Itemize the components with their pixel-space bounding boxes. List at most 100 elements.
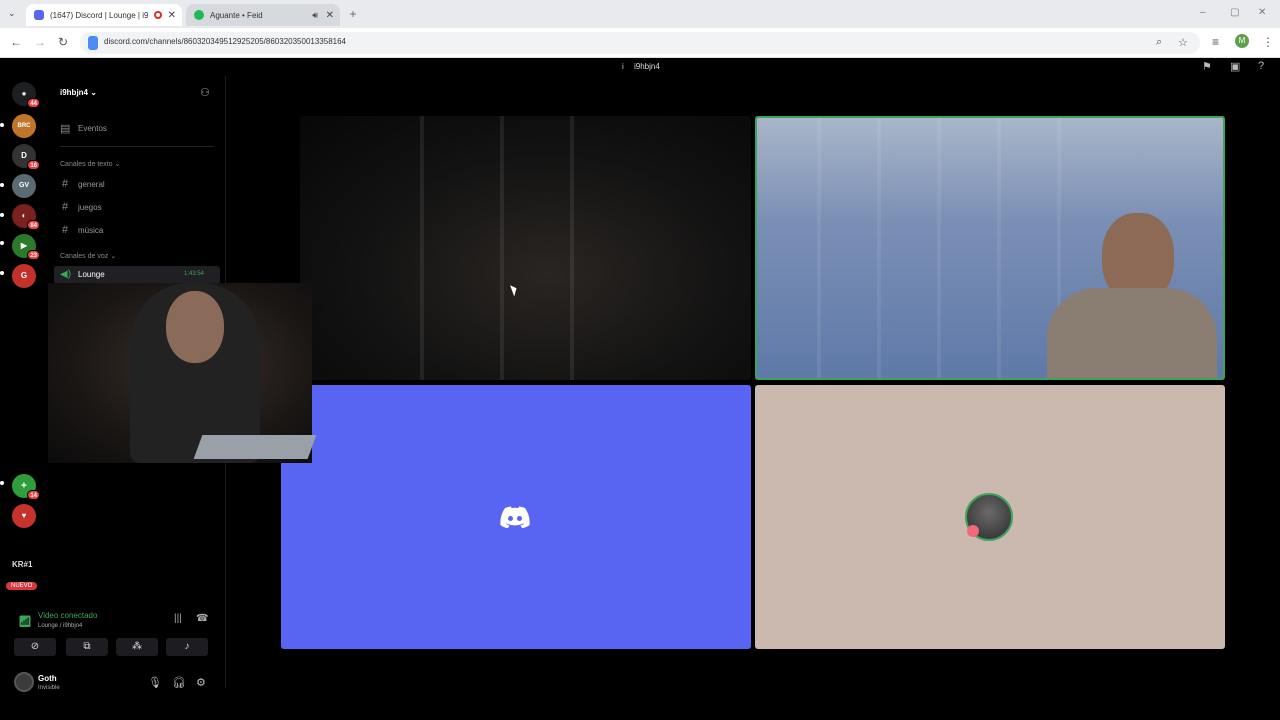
server-icon[interactable]: GV (12, 174, 36, 198)
hash-icon: # (61, 224, 69, 236)
channel-general[interactable]: # general (60, 178, 218, 190)
server-list: ● 44 BRC D 16 GV ◐ 84 ▶ 23 G ✦ 14 ♥ KR#1 NUEV… (0, 76, 50, 696)
microphone-icon[interactable]: 🎙︎ (148, 676, 162, 689)
tab-title: (1647) Discord | Lounge | i9 (50, 10, 149, 20)
tab-title: Aguante • Feid (210, 10, 263, 20)
forward-icon[interactable]: → (34, 35, 46, 49)
close-window-icon[interactable]: ✕ (1258, 7, 1266, 18)
channel-juegos[interactable]: # juegos (60, 201, 218, 213)
discord-logo-icon (500, 506, 530, 528)
server-icon[interactable]: ✦ 14 (12, 474, 40, 500)
address-bar[interactable]: discord.com/channels/860320349512925205/… (80, 32, 1200, 54)
server-icon[interactable]: BRC (12, 114, 36, 138)
unread-badge: 14 (27, 490, 40, 500)
close-tab-icon[interactable]: ✕ (326, 10, 334, 21)
voice-timer: 1:43:54 (184, 271, 205, 277)
avatar-decoration-icon (967, 525, 979, 537)
decoration (420, 116, 424, 380)
noise-suppression-icon[interactable]: ||| (174, 613, 182, 624)
user-status: Invisible (38, 685, 60, 691)
tab-discord[interactable]: (1647) Discord | Lounge | i9 ✕ (26, 4, 182, 26)
channel-label: general (78, 179, 105, 189)
speaker-icon: ◀) (60, 269, 72, 280)
spotify-favicon-icon (194, 10, 204, 20)
unread-pill (0, 213, 4, 217)
unread-badge: 16 (27, 160, 40, 170)
reload-icon[interactable]: ↻ (58, 35, 68, 49)
discord-favicon-icon (34, 10, 44, 20)
keyboard-shape (193, 435, 317, 459)
help-icon[interactable]: ? (1258, 60, 1264, 72)
decoration (997, 118, 1001, 378)
direct-messages-icon[interactable]: ● 44 (12, 82, 40, 108)
signal-icon[interactable]: 📶︎ (18, 615, 32, 628)
unread-badge: 84 (27, 220, 40, 230)
media-control-icon[interactable]: ≡ (1212, 35, 1219, 49)
server-icon[interactable]: ▶ 23 (12, 234, 40, 260)
recording-icon (154, 11, 162, 19)
menu-kebab-icon[interactable]: ⋮ (1262, 35, 1274, 49)
title-bar: i i9hbjn4 ⚑ ▣ ? (0, 58, 1280, 76)
server-name[interactable]: i9hbjn4 ⌄ (60, 88, 97, 97)
toggle-camera-button[interactable]: ⊘ (14, 638, 56, 656)
video-tile-no-camera-discord[interactable] (281, 385, 751, 649)
server-icon[interactable]: G (12, 264, 36, 288)
bookmark-star-icon[interactable]: ☆ (1178, 36, 1188, 49)
voice-channel-lounge[interactable]: ◀) Lounge 1:43:54 (54, 266, 220, 284)
soundboard-button[interactable]: ♪ (166, 638, 208, 656)
server-icon[interactable]: ♥ (12, 504, 36, 528)
hash-icon: # (61, 178, 69, 190)
video-tile-speaking[interactable] (755, 116, 1225, 380)
zoom-icon[interactable]: ⌕ (1156, 36, 1162, 49)
streamer-webcam-overlay (48, 283, 317, 463)
calendar-icon: ▤ (60, 123, 71, 135)
audio-playing-icon[interactable]: 🔊︎ (312, 10, 318, 21)
username[interactable]: Goth (38, 674, 57, 683)
person-figure (1047, 288, 1217, 378)
avatar[interactable] (14, 672, 34, 692)
unread-badge: 44 (27, 98, 40, 108)
decoration (877, 118, 881, 378)
server-label[interactable]: KR#1 (12, 560, 32, 569)
unread-badge: 23 (27, 250, 40, 260)
video-tile-avatar[interactable] (755, 385, 1225, 649)
flag-icon[interactable]: ⚑ (1202, 60, 1212, 73)
minimize-icon[interactable]: – (1200, 7, 1206, 18)
video-tile-dark-room[interactable] (300, 116, 751, 380)
activities-button[interactable]: ⁂ (116, 638, 158, 656)
server-icon[interactable]: ◐ 84 (12, 204, 40, 230)
events-item[interactable]: ▤ Eventos (60, 122, 218, 135)
browser-tab-bar: ⌄ (1647) Discord | Lounge | i9 ✕ Aguante… (0, 0, 1280, 28)
voice-channel-label: Lounge (78, 270, 105, 279)
connection-status[interactable]: Video conectado (38, 611, 97, 620)
text-channels-header[interactable]: Canales de texto ⌄ (60, 160, 120, 168)
events-label: Eventos (78, 124, 107, 133)
disconnect-icon[interactable]: ☎ (196, 613, 208, 624)
maximize-icon[interactable]: ▢ (1230, 7, 1239, 18)
mic-permission-icon[interactable] (88, 36, 98, 50)
voice-channels-header[interactable]: Canales de voz ⌄ (60, 252, 116, 260)
back-icon[interactable]: ← (10, 35, 22, 49)
unread-pill (0, 183, 4, 187)
invite-member-icon[interactable]: ⚇ (200, 86, 210, 99)
window-title: i9hbjn4 (634, 62, 660, 71)
profile-avatar[interactable]: M (1235, 34, 1249, 48)
close-tab-icon[interactable]: ✕ (168, 10, 176, 21)
channel-label: música (78, 225, 104, 235)
tab-spotify[interactable]: Aguante • Feid 🔊︎ ✕ (186, 4, 340, 26)
channel-musica[interactable]: # música (60, 224, 218, 236)
server-icon[interactable]: D 16 (12, 144, 40, 170)
tab-list-icon[interactable]: ⌄ (8, 8, 16, 19)
inbox-icon[interactable]: ▣ (1230, 60, 1240, 73)
hash-icon: # (61, 201, 69, 213)
share-screen-button[interactable]: ⧉ (66, 638, 108, 656)
decoration (937, 118, 941, 378)
settings-gear-icon[interactable]: ⚙ (196, 676, 206, 689)
discord-app: i i9hbjn4 ⚑ ▣ ? ● 44 BRC D 16 GV ◐ 84 ▶ 23 G… (0, 58, 1280, 720)
new-badge: NUEVO (6, 582, 38, 590)
new-tab-button[interactable]: + (344, 6, 362, 22)
decoration (500, 116, 504, 380)
unread-pill (0, 241, 4, 245)
user-panel: Goth Invisible 🎙︎ 🎧︎ ⚙ (8, 668, 216, 698)
headphones-icon[interactable]: 🎧︎ (172, 676, 186, 689)
